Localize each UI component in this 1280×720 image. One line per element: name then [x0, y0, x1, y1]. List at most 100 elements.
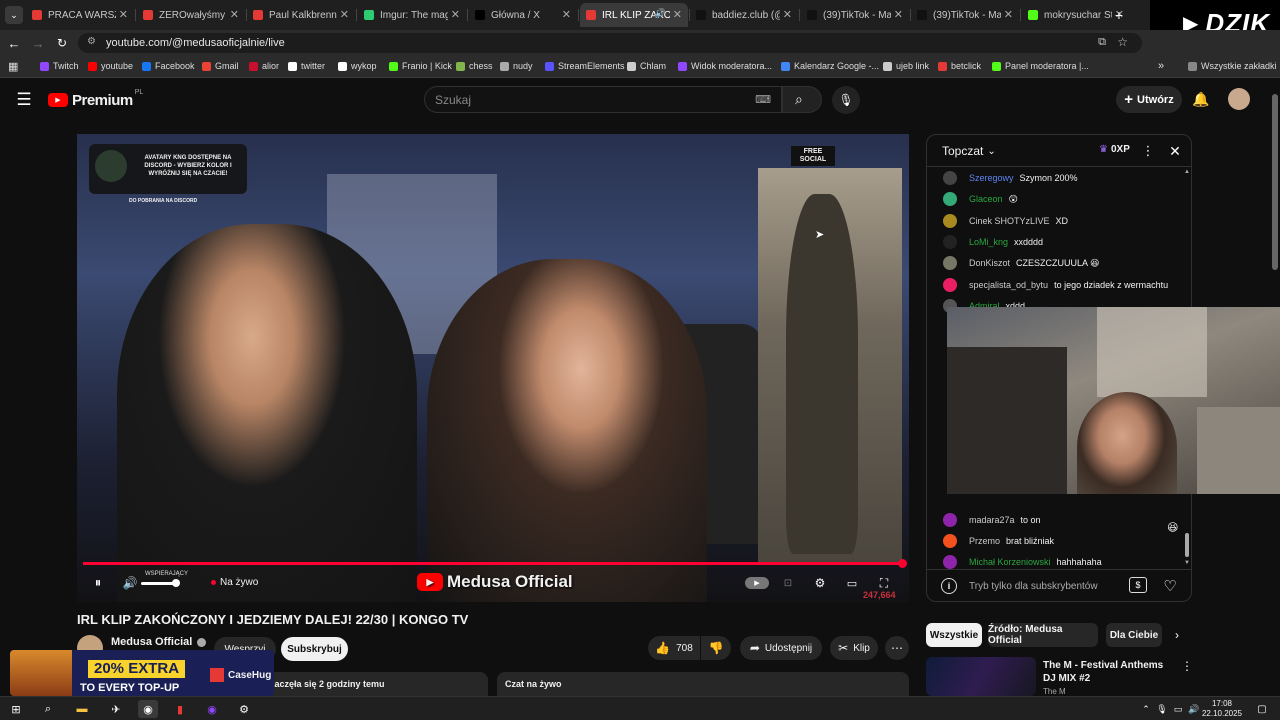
- chat-mode-dropdown[interactable]: Topczat ⌄: [942, 144, 996, 158]
- recommended-title[interactable]: The M - Festival Anthems DJ MIX #2: [1043, 659, 1173, 685]
- chat-avatar[interactable]: [943, 278, 957, 292]
- chat-message[interactable]: specjalista_od_bytu to jego dziadek z wer…: [943, 278, 1168, 292]
- recommended-more-icon[interactable]: ⋮: [1180, 658, 1194, 674]
- chat-avatar[interactable]: [943, 214, 957, 228]
- tab-close-icon[interactable]: ✕: [1004, 8, 1013, 21]
- chat-message[interactable]: Michał Korzeniowski hahhahaha: [943, 555, 1102, 569]
- tab-close-icon[interactable]: ✕: [783, 8, 792, 21]
- apps-grid-icon[interactable]: ▦: [8, 60, 18, 73]
- xp-badge[interactable]: ♛ 0XP: [1099, 144, 1130, 155]
- chat-message[interactable]: Szeregowy Szymon 200%: [943, 171, 1078, 185]
- settings-gear-icon[interactable]: ⚙: [811, 575, 829, 591]
- recommended-channel[interactable]: The M: [1043, 687, 1066, 696]
- address-bar[interactable]: ⚙ youtube.com/@medusaoficjalnie/live ⧉ ☆: [78, 33, 1142, 53]
- description-box[interactable]: zaczęła się 2 godziny temu: [250, 672, 488, 696]
- menu-icon[interactable]: ☰: [14, 90, 34, 110]
- chat-scroll-up-icon[interactable]: ▲: [1184, 169, 1190, 175]
- taskbar-settings-icon[interactable]: ⚙: [234, 700, 254, 718]
- pause-icon[interactable]: ⏸: [89, 574, 107, 592]
- channel-name[interactable]: Medusa Official: [111, 636, 207, 648]
- tab-0[interactable]: PRACA WARSZAWA✕: [26, 3, 134, 27]
- chat-author[interactable]: specjalista_od_bytu: [969, 280, 1048, 290]
- filter-chip[interactable]: Źródło: Medusa Official: [988, 623, 1098, 647]
- tab-close-icon[interactable]: ✕: [230, 8, 239, 21]
- video-progress-bar[interactable]: [83, 559, 907, 568]
- chat-author[interactable]: Glaceon: [969, 194, 1003, 204]
- forward-icon[interactable]: →: [30, 35, 46, 51]
- super-chat-icon[interactable]: $: [1129, 577, 1147, 593]
- create-button[interactable]: + Utwórz: [1116, 86, 1182, 113]
- theater-mode-icon[interactable]: ▭: [843, 575, 861, 591]
- youtube-premium-logo[interactable]: ▶ Premium PL: [48, 89, 143, 111]
- tab-close-icon[interactable]: ✕: [451, 8, 460, 21]
- autoplay-toggle[interactable]: ▶: [745, 577, 769, 589]
- tab-1[interactable]: ZEROwałyśmy KL✕: [137, 3, 245, 27]
- dislike-button[interactable]: 👎: [701, 636, 731, 660]
- clock[interactable]: 17:08 22.10.2025: [1198, 699, 1246, 719]
- bookmark-item[interactable]: Facebook: [142, 61, 195, 71]
- subtitles-icon[interactable]: ⊡: [779, 575, 797, 591]
- keyboard-icon[interactable]: ⌨: [755, 93, 771, 106]
- chat-author[interactable]: Michał Korzeniowski: [969, 557, 1051, 567]
- chat-author[interactable]: Szeregowy: [969, 173, 1014, 183]
- volume-icon[interactable]: 🔊: [121, 574, 139, 592]
- bookmark-item[interactable]: twitter: [288, 61, 325, 71]
- tab-8[interactable]: (39)TikTok - Make✕: [911, 3, 1019, 27]
- chat-message[interactable]: Glaceon 😲: [943, 192, 1018, 206]
- notifications-bell-icon[interactable]: 🔔: [1190, 88, 1212, 110]
- subscribe-button[interactable]: Subskrybuj: [281, 637, 348, 661]
- tab-7[interactable]: (39)TikTok - Make✕: [801, 3, 909, 27]
- chat-message[interactable]: DonKiszot CZESZCZUUULA 😆: [943, 256, 1099, 270]
- taskbar-app-icon[interactable]: ✈: [106, 700, 126, 718]
- tab-6[interactable]: baddiez.club (@b✕: [690, 3, 798, 27]
- reload-icon[interactable]: ↻: [54, 35, 70, 51]
- chat-avatar[interactable]: [943, 555, 957, 569]
- bookmark-item[interactable]: Widok moderatora...: [678, 61, 772, 71]
- taskbar-search-icon[interactable]: ⌕: [38, 700, 58, 718]
- chat-avatar[interactable]: [943, 513, 957, 527]
- tab-3[interactable]: Imgur: The magic✕: [358, 3, 466, 27]
- chat-avatar[interactable]: [943, 235, 957, 249]
- chat-avatar[interactable]: [943, 256, 957, 270]
- live-indicator[interactable]: Na żywo: [211, 577, 258, 588]
- taskbar-app-purple-icon[interactable]: ◉: [202, 700, 222, 718]
- windows-start-icon[interactable]: ⊞: [6, 700, 26, 718]
- chrome-icon[interactable]: ◉: [138, 700, 158, 718]
- bookmark-item[interactable]: ujeb link: [883, 61, 929, 71]
- site-info-icon[interactable]: ⚙: [87, 36, 96, 47]
- chat-avatar[interactable]: [943, 171, 957, 185]
- bookmark-item[interactable]: youtube: [88, 61, 133, 71]
- bookmarks-overflow-icon[interactable]: »: [1158, 60, 1164, 72]
- bookmark-item[interactable]: Panel moderatora |...: [992, 61, 1089, 71]
- bookmark-item[interactable]: Franio | Kick: [389, 61, 452, 71]
- share-button[interactable]: ➦ Udostępnij: [740, 636, 822, 660]
- volume-slider[interactable]: [141, 579, 180, 587]
- chat-message[interactable]: Przemo brat bliźniak: [943, 534, 1054, 548]
- page-scrollbar[interactable]: [1272, 94, 1278, 270]
- chat-author[interactable]: madara27a: [969, 515, 1015, 525]
- recommended-thumbnail[interactable]: [926, 657, 1036, 696]
- chat-author[interactable]: DonKiszot: [969, 258, 1010, 268]
- chat-more-icon[interactable]: ⋮: [1141, 143, 1155, 159]
- chat-message[interactable]: Cinek SHOTYzLIVE XD: [943, 214, 1068, 228]
- bookmark-item[interactable]: chess: [456, 61, 493, 71]
- voice-search-button[interactable]: 🎙: [832, 86, 860, 114]
- chat-scroll-down-icon[interactable]: ▼: [1184, 560, 1190, 566]
- clip-button[interactable]: ✂ Klip: [830, 636, 878, 660]
- video-player[interactable]: ➤ AVATARY KNG DOSTĘPNE NA DISCORD - WYBI…: [77, 134, 909, 602]
- bookmark-item[interactable]: Twitch: [40, 61, 79, 71]
- progress-handle[interactable]: [898, 559, 907, 568]
- filter-chip[interactable]: Dla Ciebie: [1106, 623, 1162, 647]
- volume-handle[interactable]: [172, 579, 180, 587]
- tab-4[interactable]: Główna / X ✕: [469, 3, 577, 27]
- chat-scrollbar[interactable]: [1185, 533, 1189, 557]
- bookmark-item[interactable]: Chlam: [627, 61, 666, 71]
- tab-close-icon[interactable]: ✕: [119, 8, 128, 21]
- chevron-right-icon[interactable]: ›: [1168, 626, 1186, 644]
- heart-icon[interactable]: ♡: [1159, 575, 1181, 597]
- bookmark-item[interactable]: wykop: [338, 61, 377, 71]
- tab-close-icon[interactable]: ✕: [894, 8, 903, 21]
- new-tab-button[interactable]: +: [1110, 6, 1128, 24]
- bookmark-item[interactable]: nudy: [500, 61, 533, 71]
- chat-message[interactable]: madara27a to on: [943, 513, 1041, 527]
